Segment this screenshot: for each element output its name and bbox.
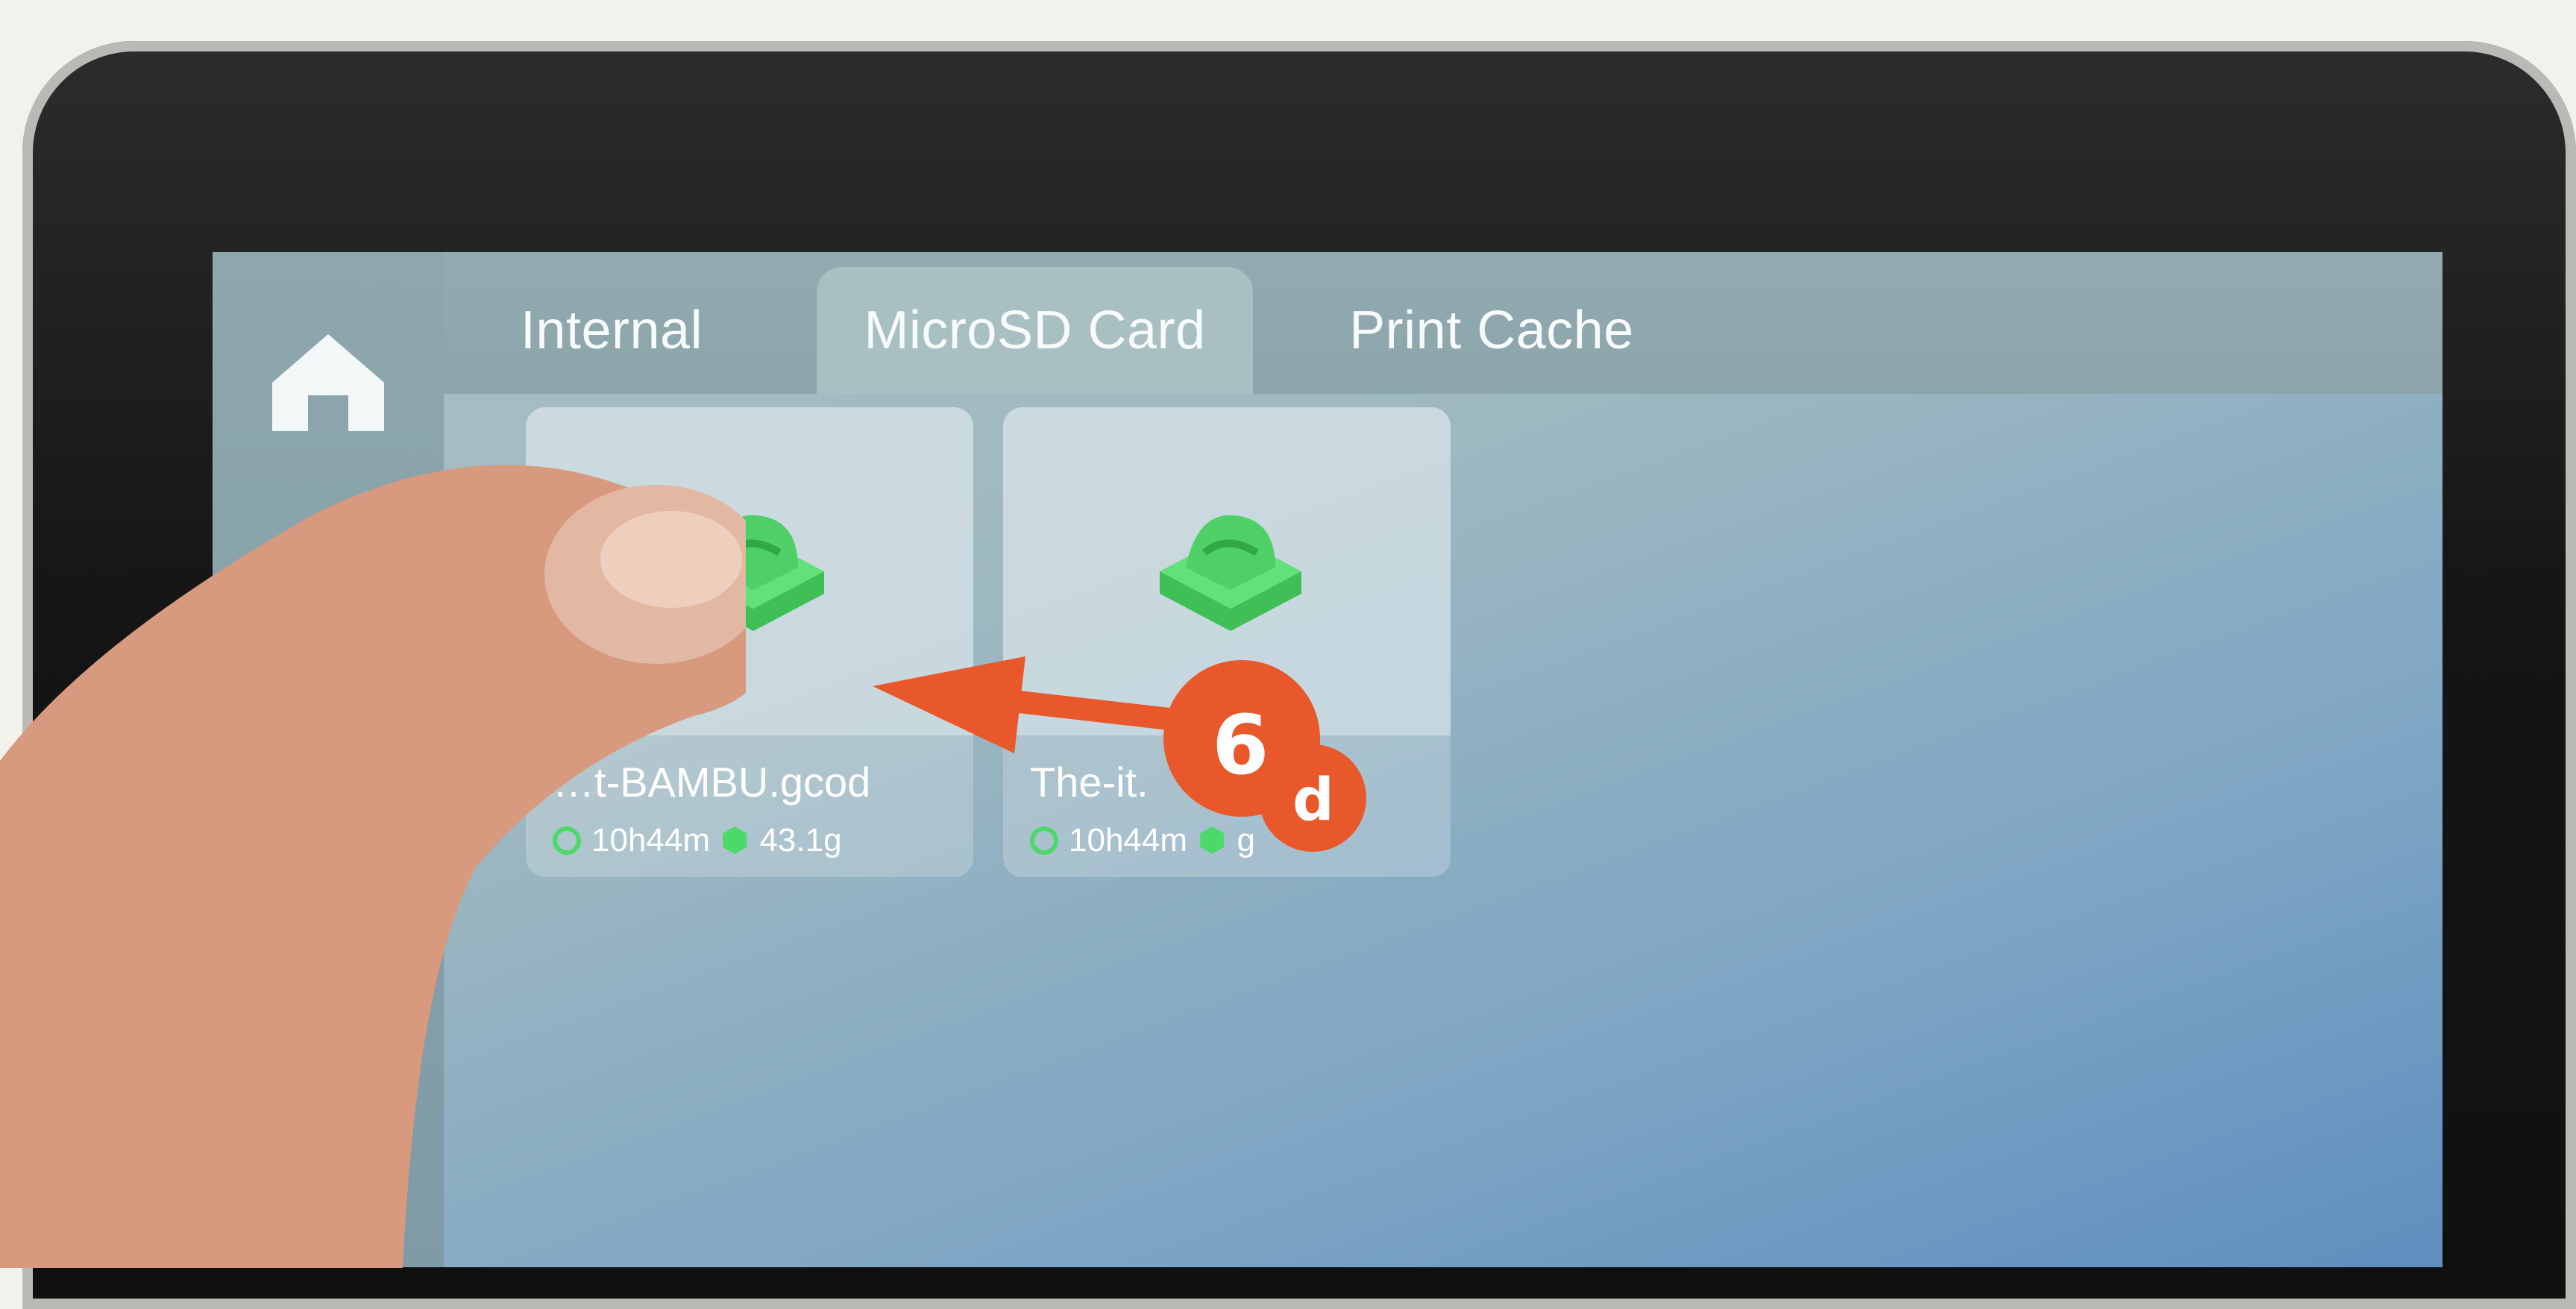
- step-number: 6: [1212, 697, 1269, 793]
- step-letter: d: [1292, 767, 1334, 834]
- annotation-arrow: [873, 656, 1366, 852]
